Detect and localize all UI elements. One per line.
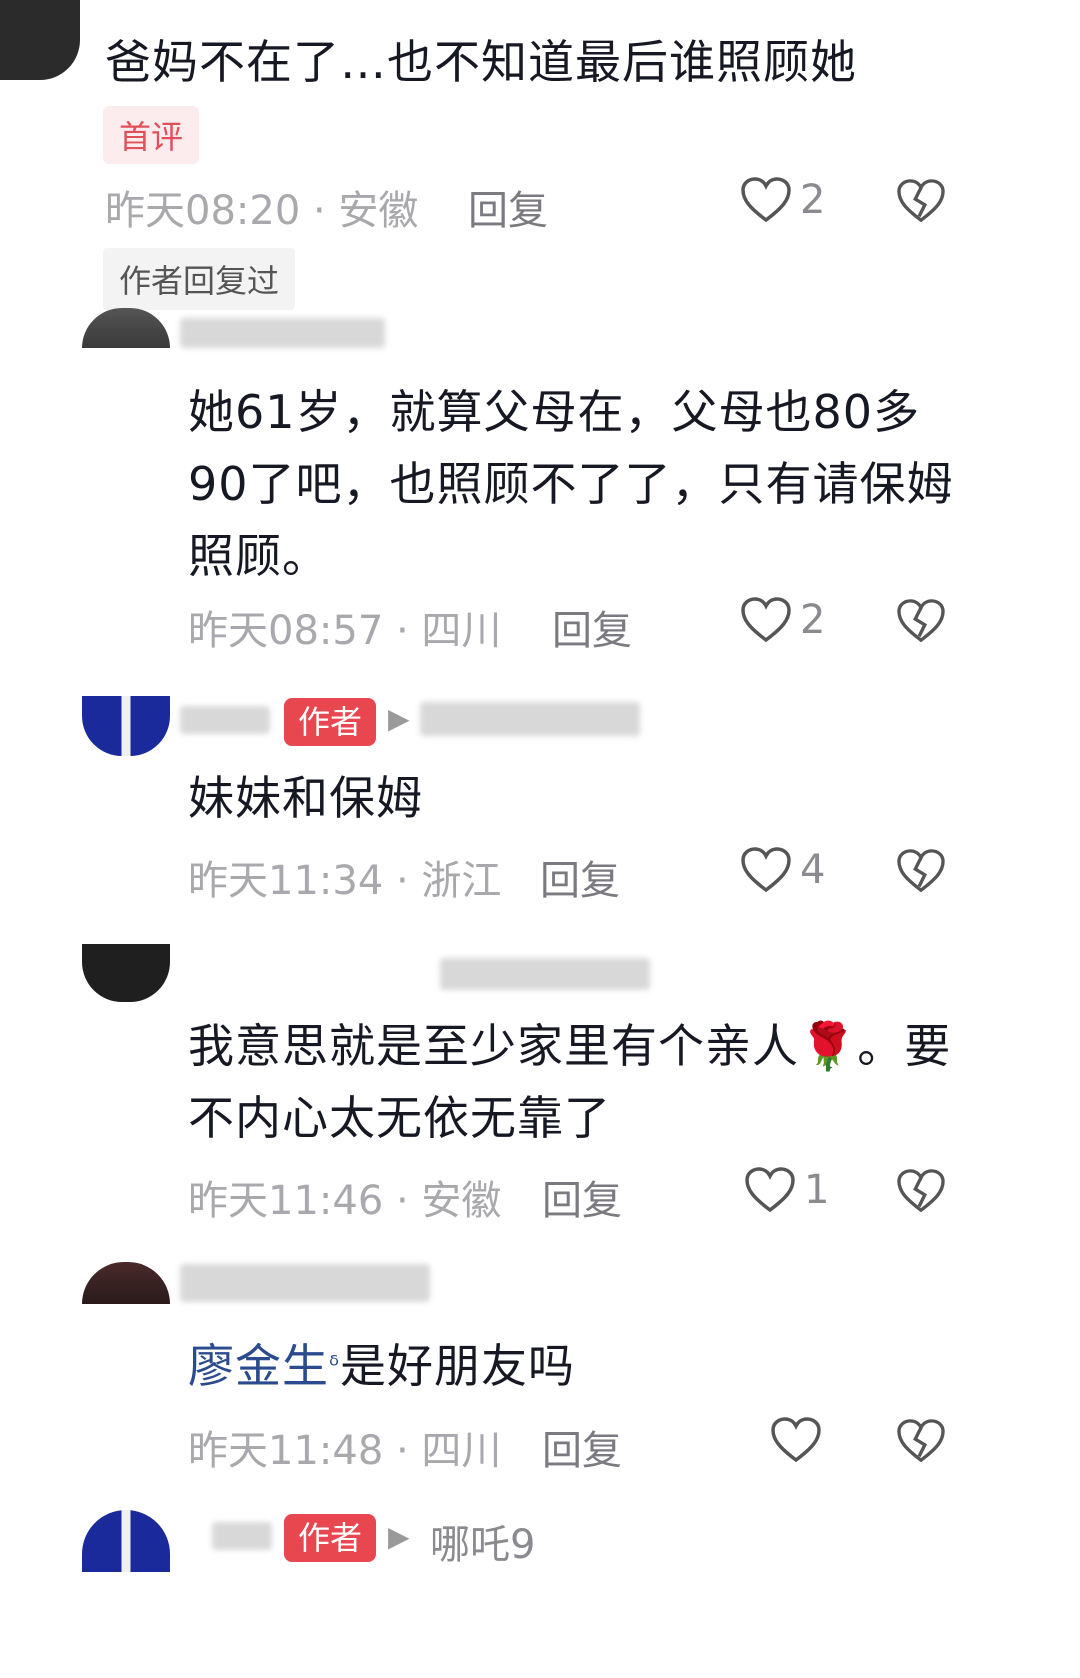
like-count: 2: [800, 597, 826, 643]
first-comment-badge: 首评: [103, 106, 200, 164]
dislike-button[interactable]: [896, 1168, 946, 1214]
dislike-button[interactable]: [896, 598, 946, 644]
like-count: 1: [804, 1167, 830, 1213]
reply-to-username[interactable]: 哪吒9: [430, 1512, 535, 1570]
like-button[interactable]: 1: [744, 1166, 829, 1214]
comment-text: 我意思就是至少家里有个亲人🌹。要不内心太无依无靠了: [188, 1019, 952, 1145]
author-badge: 作者: [284, 1514, 377, 1562]
heart-icon: [741, 847, 791, 893]
reply-button[interactable]: 回复: [542, 1418, 622, 1476]
dislike-icon: [897, 1419, 945, 1463]
dislike-button[interactable]: [896, 848, 946, 894]
avatar[interactable]: [82, 308, 170, 348]
reply-button[interactable]: 回复: [468, 178, 548, 236]
comment-text: 爸妈不在了…也不知道最后谁照顾她: [105, 35, 857, 89]
like-button[interactable]: [770, 1416, 822, 1464]
author-replied-badge: 作者回复过: [103, 248, 296, 310]
dislike-button[interactable]: [896, 178, 946, 224]
like-button[interactable]: 2: [740, 596, 825, 644]
comment-meta: 昨天11:34 · 浙江: [188, 858, 502, 904]
reply-button[interactable]: 回复: [552, 598, 632, 656]
avatar[interactable]: [82, 944, 170, 1002]
username-blurred[interactable]: [180, 318, 385, 348]
like-button[interactable]: 4: [740, 846, 825, 894]
avatar[interactable]: [82, 1510, 170, 1572]
avatar[interactable]: [0, 0, 80, 80]
heart-icon: [741, 597, 791, 643]
heart-icon: [741, 177, 791, 223]
heart-icon: [771, 1417, 821, 1463]
username-blurred[interactable]: [212, 1522, 272, 1550]
username-blurred[interactable]: [180, 1264, 430, 1302]
mention-link[interactable]: 廖金生: [188, 1339, 329, 1393]
dislike-button[interactable]: [896, 1418, 946, 1464]
like-count: 4: [800, 847, 826, 893]
like-count: 2: [800, 177, 826, 223]
reply-to-blurred[interactable]: [420, 702, 640, 736]
comment-text: 妹妹和保姆: [188, 771, 423, 825]
like-button[interactable]: 2: [740, 176, 825, 224]
heart-icon: [745, 1167, 795, 1213]
username-blurred[interactable]: [180, 706, 270, 734]
comment-meta: 昨天11:46 · 安徽: [188, 1178, 502, 1224]
dislike-icon: [897, 179, 945, 223]
username-blurred[interactable]: [440, 958, 650, 990]
reply-arrow-icon: ▶: [388, 702, 410, 735]
dislike-icon: [897, 1169, 945, 1213]
comment-text-body: 是好朋友吗: [340, 1339, 576, 1393]
comment-text: 她61岁，就算父母在，父母也80多90了吧，也照顾不了了，只有请保姆照顾。: [188, 385, 954, 583]
dislike-icon: [897, 599, 945, 643]
comment-text: 廖金生ᵟ是好朋友吗: [188, 1330, 968, 1402]
search-icon: ᵟ: [329, 1351, 341, 1381]
dislike-icon: [897, 849, 945, 893]
comment-meta: 昨天11:48 · 四川: [188, 1428, 502, 1474]
avatar[interactable]: [82, 696, 170, 756]
comment-meta: 昨天08:20 · 安徽: [105, 188, 419, 234]
reply-arrow-icon: ▶: [388, 1520, 410, 1553]
avatar[interactable]: [82, 1262, 170, 1304]
reply-button[interactable]: 回复: [540, 848, 620, 906]
comment-meta: 昨天08:57 · 四川: [188, 608, 502, 654]
reply-button[interactable]: 回复: [542, 1168, 622, 1226]
author-badge: 作者: [284, 698, 377, 746]
